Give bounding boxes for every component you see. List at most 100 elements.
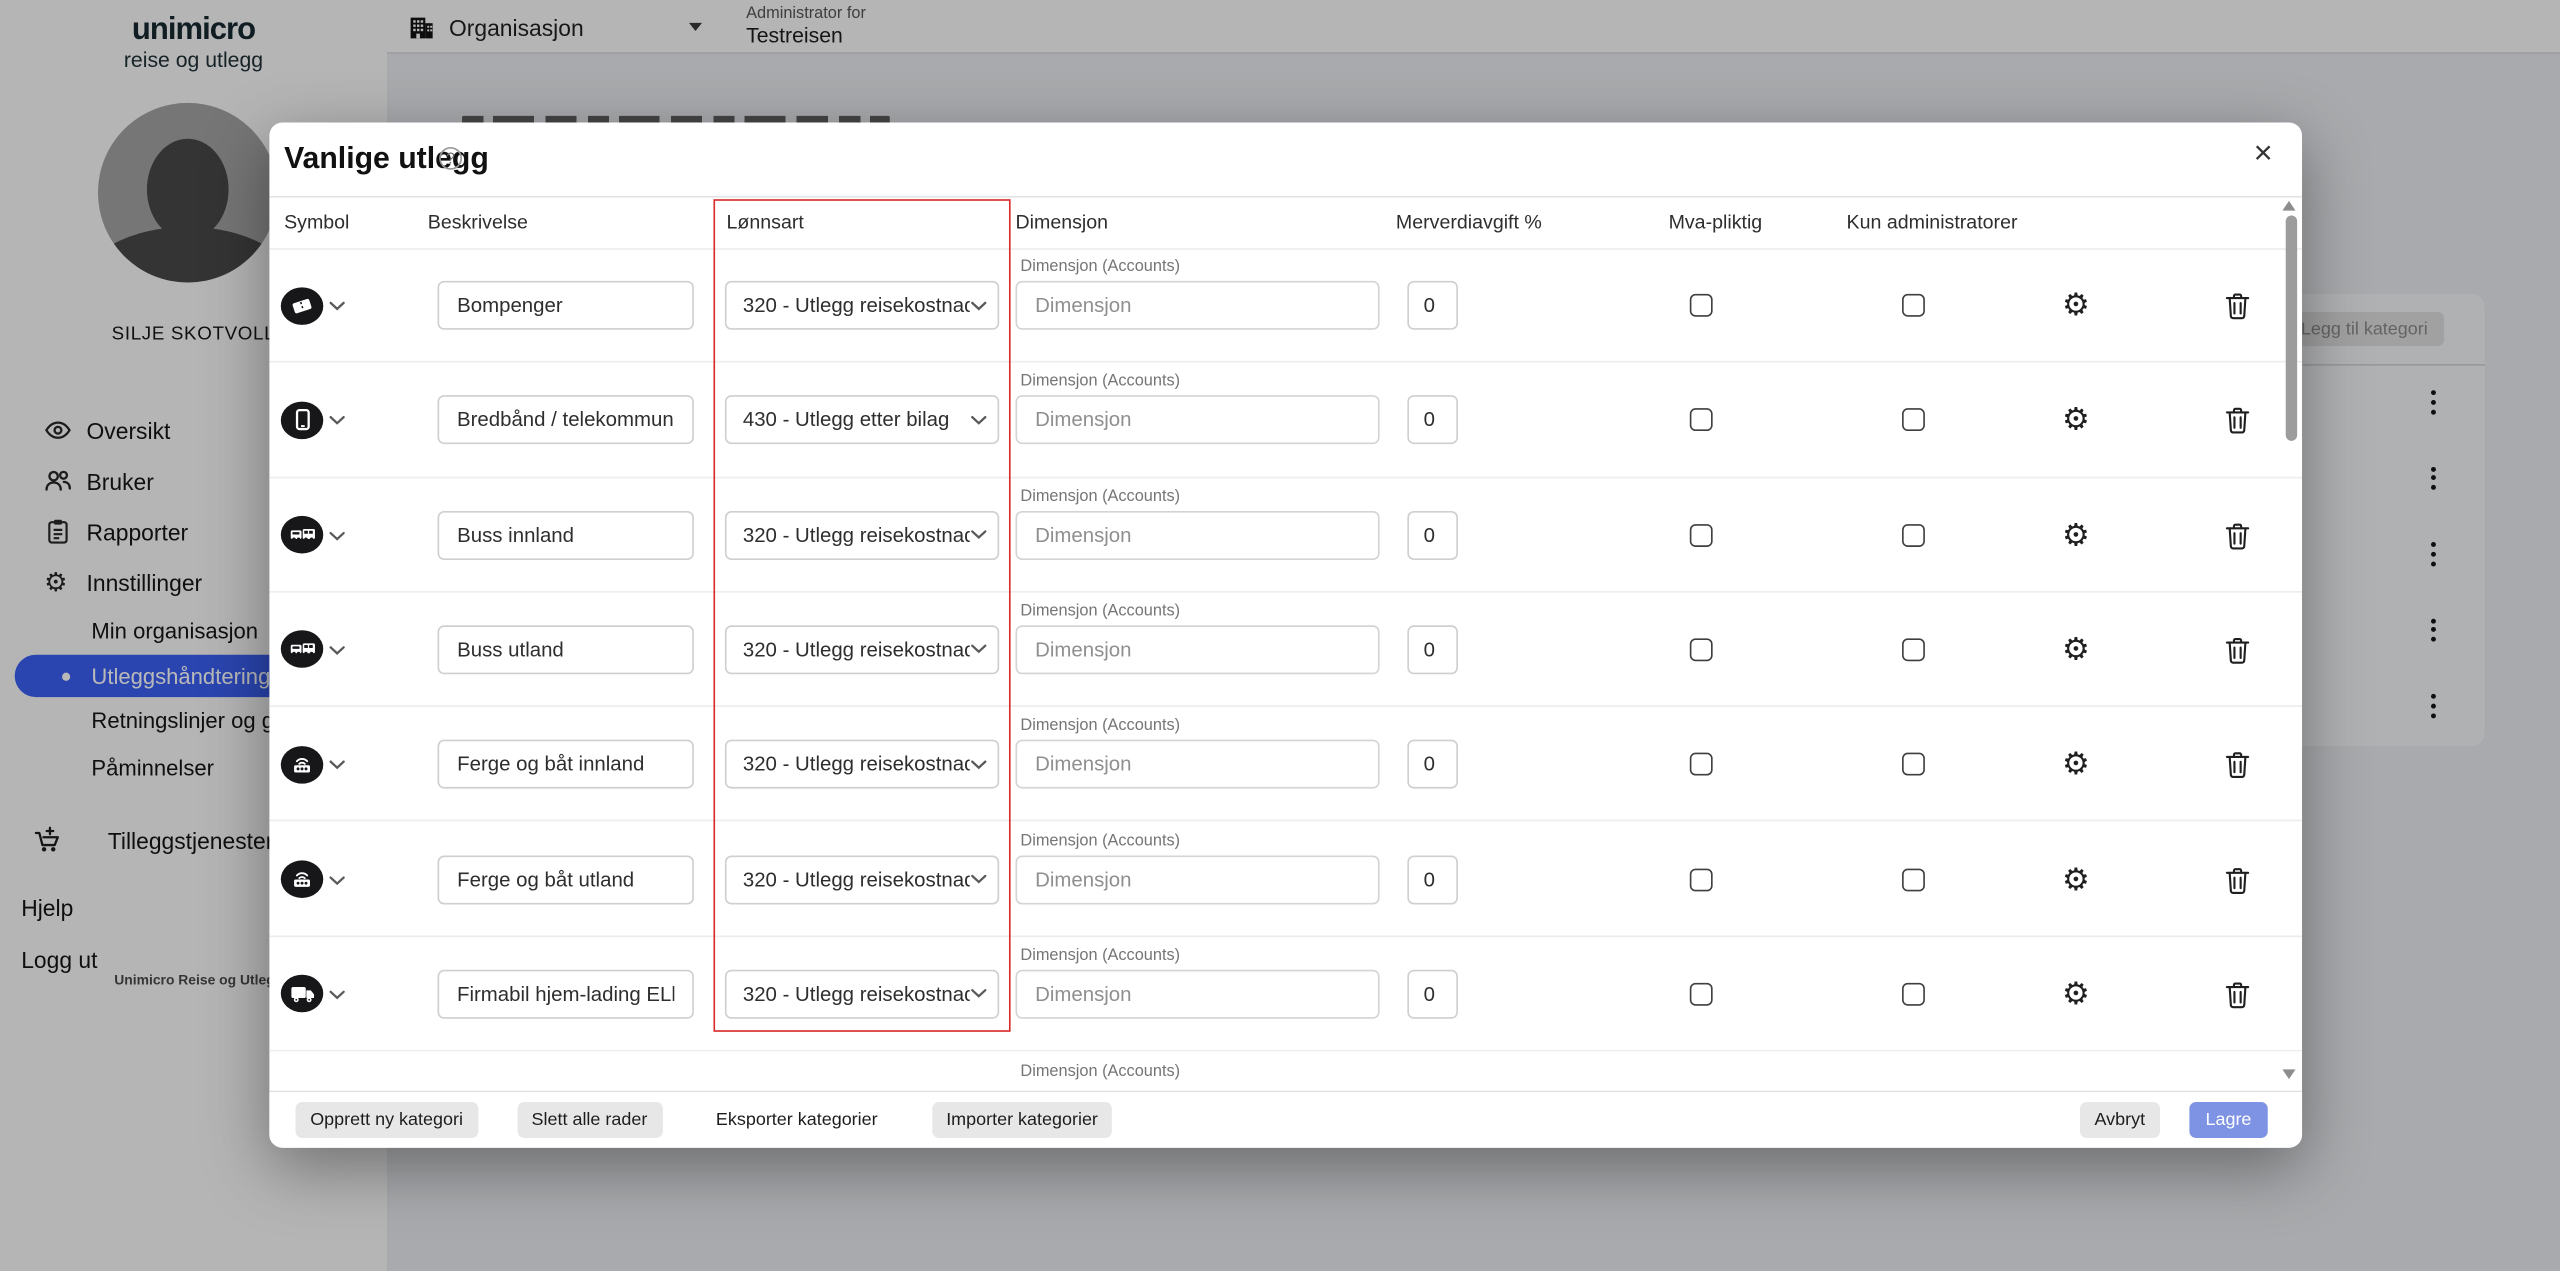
chevron-down-icon[interactable]	[328, 874, 346, 885]
scroll-up-icon[interactable]	[2282, 200, 2296, 211]
description-input[interactable]	[437, 739, 694, 789]
chevron-down-icon[interactable]	[328, 989, 346, 1000]
dimension-input[interactable]	[1015, 739, 1380, 789]
app-stage: unimicro reise og utlegg SILJE SKOTVOLL …	[0, 0, 2560, 1271]
gear-icon[interactable]: ⚙	[2062, 976, 2090, 1012]
chevron-down-icon	[971, 415, 987, 425]
table-row: 320 - Utlegg reisekostnader etter bilag …	[269, 937, 2303, 1052]
admin-checkbox[interactable]	[1902, 752, 1925, 776]
description-input[interactable]	[437, 969, 694, 1019]
paytype-select[interactable]: 320 - Utlegg reisekostnader etter bilag	[724, 854, 1000, 904]
dimension-input[interactable]	[1015, 969, 1380, 1019]
admin-checkbox[interactable]	[1902, 867, 1925, 891]
column-symbol: Symbol	[284, 210, 350, 234]
dimension-label: Dimensjon (Accounts)	[1020, 602, 1181, 621]
vat-input[interactable]	[1407, 739, 1458, 789]
mva-checkbox[interactable]	[1689, 293, 1713, 317]
paytype-select[interactable]: 320 - Utlegg reisekostnader etter bilag	[724, 739, 1000, 789]
chevron-down-icon	[971, 645, 987, 654]
table-row: 320 - Utlegg reisekostnader etter bilag …	[269, 248, 2303, 363]
trash-icon[interactable]	[2225, 522, 2250, 558]
mva-checkbox[interactable]	[1689, 638, 1713, 662]
paytype-select[interactable]: 320 - Utlegg reisekostnader etter bilag	[724, 510, 1000, 560]
dimension-input[interactable]	[1015, 395, 1380, 445]
tablet-icon[interactable]	[280, 401, 324, 439]
dimension-label: Dimensjon (Accounts)	[1020, 831, 1181, 850]
gear-icon[interactable]: ⚙	[2062, 632, 2090, 668]
description-input[interactable]	[437, 280, 694, 330]
ferry-icon[interactable]	[280, 745, 324, 784]
vat-input[interactable]	[1407, 280, 1458, 330]
vat-input[interactable]	[1407, 969, 1458, 1019]
paytype-value: 430 - Utlegg etter bilag	[742, 408, 950, 432]
column-kun-administratorer: Kun administratorer	[1846, 210, 2018, 234]
bus-icon[interactable]	[280, 516, 324, 554]
description-input[interactable]	[437, 625, 694, 675]
column-lonnsart: Lønnsart	[726, 210, 804, 234]
chevron-down-icon[interactable]	[328, 415, 346, 426]
mva-checkbox[interactable]	[1689, 408, 1713, 432]
chevron-down-icon[interactable]	[328, 759, 346, 770]
scroll-down-icon[interactable]	[2282, 1069, 2296, 1080]
trash-icon[interactable]	[2225, 407, 2250, 443]
mva-checkbox[interactable]	[1689, 523, 1713, 547]
chevron-down-icon[interactable]	[328, 645, 346, 656]
paytype-value: 320 - Utlegg reisekostnader etter bilag	[742, 752, 970, 776]
vat-input[interactable]	[1407, 625, 1458, 675]
description-input[interactable]	[437, 854, 694, 904]
paytype-select[interactable]: 430 - Utlegg etter bilag	[724, 395, 1000, 445]
admin-checkbox[interactable]	[1902, 408, 1925, 432]
trash-icon[interactable]	[2225, 751, 2250, 787]
gear-icon[interactable]: ⚙	[2062, 746, 2090, 782]
trash-icon[interactable]	[2225, 292, 2250, 328]
modal-rows: 320 - Utlegg reisekostnader etter bilag …	[269, 248, 2303, 1052]
mva-checkbox[interactable]	[1689, 867, 1713, 891]
truck-icon[interactable]	[280, 975, 324, 1013]
chevron-down-icon[interactable]	[328, 530, 346, 541]
paytype-value: 320 - Utlegg reisekostnader etter bilag	[742, 293, 970, 317]
table-row: 430 - Utlegg etter bilag Dimensjon (Acco…	[269, 363, 2303, 478]
create-category-button[interactable]: Opprett ny kategori	[295, 1102, 478, 1138]
close-icon[interactable]: ×	[2254, 137, 2273, 170]
admin-checkbox[interactable]	[1902, 982, 1925, 1006]
cancel-button[interactable]: Avbryt	[2079, 1102, 2160, 1138]
chevron-down-icon	[971, 874, 987, 884]
ticket-icon[interactable]	[280, 286, 324, 325]
gear-icon[interactable]: ⚙	[2062, 402, 2090, 438]
description-input[interactable]	[437, 395, 694, 445]
dimension-input[interactable]	[1015, 854, 1380, 904]
vat-input[interactable]	[1407, 395, 1458, 445]
admin-checkbox[interactable]	[1902, 293, 1925, 317]
ferry-icon[interactable]	[280, 860, 324, 898]
export-categories-button[interactable]: Eksporter kategorier	[701, 1102, 892, 1138]
gear-icon[interactable]: ⚙	[2062, 861, 2090, 897]
scrollbar-thumb[interactable]	[2284, 215, 2297, 441]
gear-icon[interactable]: ⚙	[2062, 287, 2090, 323]
table-row: 320 - Utlegg reisekostnader etter bilag …	[269, 707, 2303, 823]
trash-icon[interactable]	[2225, 866, 2250, 902]
vat-input[interactable]	[1407, 510, 1458, 560]
description-input[interactable]	[437, 510, 694, 560]
vat-input[interactable]	[1407, 854, 1458, 904]
trash-icon[interactable]	[2225, 981, 2250, 1017]
dimension-label: Dimensjon (Accounts)	[1020, 372, 1181, 391]
gear-icon[interactable]: ⚙	[2062, 517, 2090, 553]
save-button[interactable]: Lagre	[2189, 1102, 2268, 1138]
bus-icon[interactable]	[280, 630, 324, 669]
paytype-select[interactable]: 320 - Utlegg reisekostnader etter bilag	[724, 280, 1000, 330]
column-beskrivelse: Beskrivelse	[427, 210, 528, 234]
dimension-input[interactable]	[1015, 625, 1380, 675]
help-icon[interactable]: ?	[439, 146, 463, 170]
delete-all-rows-button[interactable]: Slett alle rader	[516, 1102, 663, 1138]
mva-checkbox[interactable]	[1689, 752, 1713, 776]
admin-checkbox[interactable]	[1902, 523, 1925, 547]
mva-checkbox[interactable]	[1689, 982, 1713, 1006]
import-categories-button[interactable]: Importer kategorier	[931, 1102, 1113, 1138]
dimension-input[interactable]	[1015, 510, 1380, 560]
dimension-input[interactable]	[1015, 280, 1380, 330]
paytype-select[interactable]: 320 - Utlegg reisekostnader etter bilag	[724, 625, 1000, 675]
trash-icon[interactable]	[2225, 637, 2250, 673]
admin-checkbox[interactable]	[1902, 638, 1925, 662]
chevron-down-icon[interactable]	[328, 300, 346, 311]
paytype-select[interactable]: 320 - Utlegg reisekostnader etter bilag	[724, 969, 1000, 1019]
